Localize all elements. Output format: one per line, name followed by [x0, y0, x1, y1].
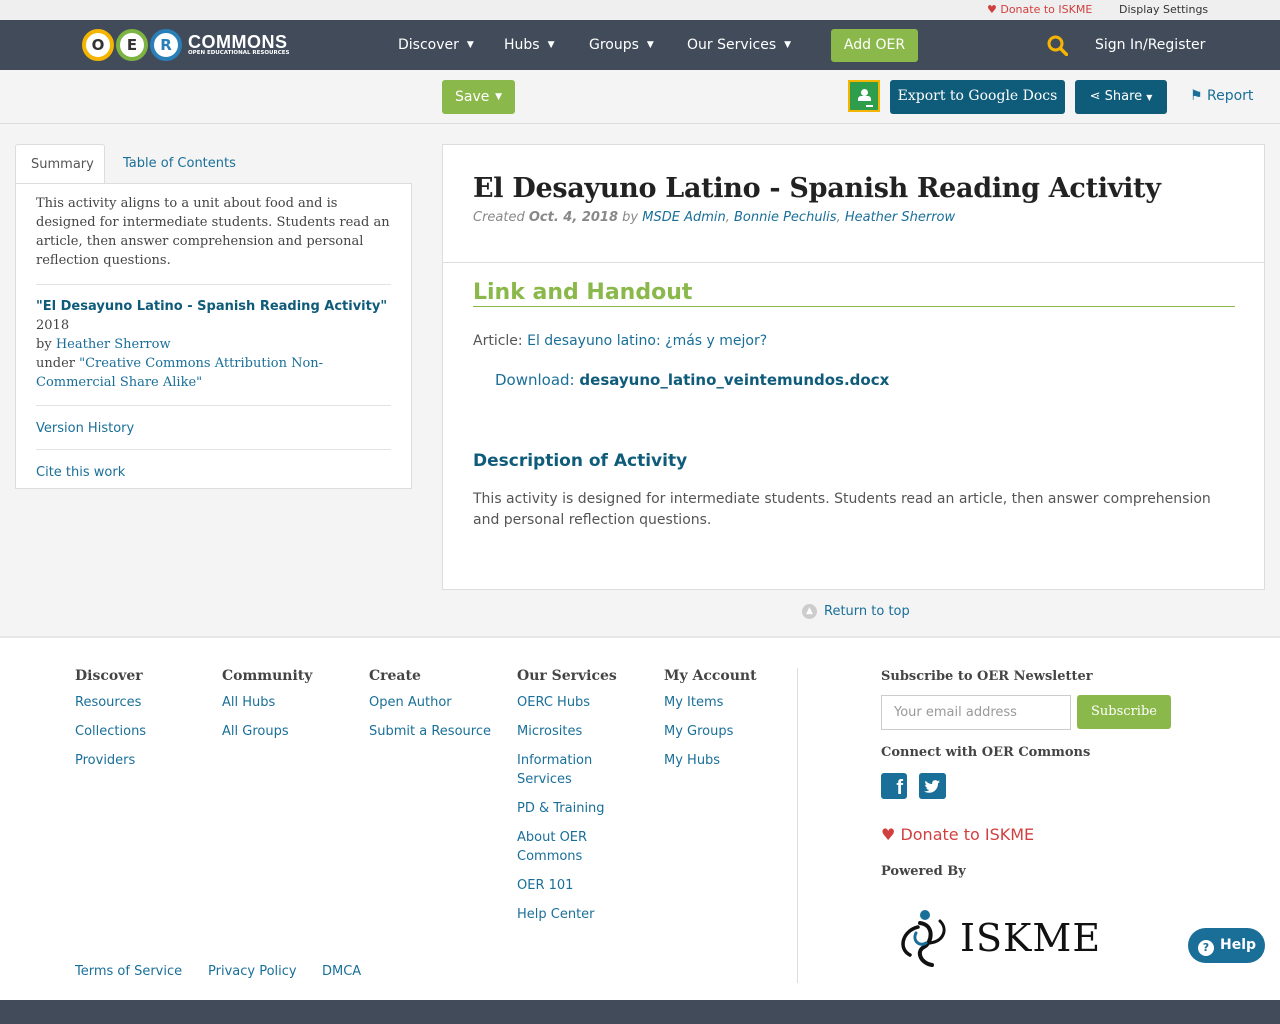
- version-history-link[interactable]: Version History: [36, 421, 134, 436]
- download-line: Download: desayuno_latino_veintemundos.d…: [495, 371, 890, 389]
- footer-link[interactable]: My Items: [664, 693, 757, 712]
- author-link[interactable]: MSDE Admin: [642, 210, 725, 225]
- footer-community: Community All Hubs All Groups: [222, 668, 313, 741]
- footer-link[interactable]: Open Author: [369, 693, 491, 712]
- logo-word: COMMONS: [188, 32, 288, 53]
- attribution: "El Desayuno Latino - Spanish Reading Ac…: [36, 285, 391, 406]
- footer-link[interactable]: OERC Hubs: [517, 693, 617, 712]
- created-meta: Created Oct. 4, 2018 by MSDE Admin, Bonn…: [473, 210, 956, 225]
- page-title: El Desayuno Latino - Spanish Reading Act…: [473, 173, 1161, 204]
- footer-services: Our Services OERC Hubs Microsites Inform…: [517, 668, 617, 924]
- iskme-logo[interactable]: ISKME: [890, 903, 1100, 973]
- save-button[interactable]: Save ▼: [442, 80, 515, 114]
- newsletter-heading: Subscribe to OER Newsletter: [881, 669, 1093, 684]
- footer-link[interactable]: Information Services: [517, 751, 617, 789]
- logo-letter-e: E: [116, 29, 148, 61]
- footer-link[interactable]: Submit a Resource: [369, 722, 491, 741]
- footer-link[interactable]: Help Center: [517, 905, 617, 924]
- chevron-down-icon: ▼: [495, 92, 502, 102]
- license-link[interactable]: "Creative Commons Attribution Non-Commer…: [36, 356, 323, 390]
- footer-account: My Account My Items My Groups My Hubs: [664, 668, 757, 770]
- question-icon: ?: [1198, 940, 1214, 956]
- resource-content: El Desayuno Latino - Spanish Reading Act…: [442, 144, 1265, 590]
- footer-link[interactable]: Resources: [75, 693, 146, 712]
- flag-icon: ⚑: [1190, 88, 1203, 104]
- display-settings-link[interactable]: Display Settings: [1119, 3, 1208, 16]
- nav-discover[interactable]: Discover ▼: [398, 37, 474, 53]
- chevron-down-icon: ▼: [784, 40, 792, 50]
- footer-link[interactable]: About OER Commons: [517, 828, 617, 866]
- nav-groups[interactable]: Groups ▼: [589, 37, 654, 53]
- subscribe-button[interactable]: Subscribe: [1077, 695, 1171, 729]
- twitter-icon[interactable]: [919, 773, 946, 799]
- facebook-icon[interactable]: f: [881, 773, 907, 799]
- footer-link[interactable]: Microsites: [517, 722, 617, 741]
- footer-discover: Discover Resources Collections Providers: [75, 668, 147, 770]
- nav-hubs[interactable]: Hubs ▼: [504, 37, 555, 53]
- summary-description: This activity aligns to a unit about foo…: [36, 194, 391, 285]
- heart-icon: ♥: [881, 825, 896, 844]
- powered-by-label: Powered By: [881, 864, 966, 879]
- footer-link[interactable]: Collections: [75, 722, 146, 741]
- export-google-docs-button[interactable]: Export to Google Docs: [890, 80, 1065, 114]
- footer-link[interactable]: All Hubs: [222, 693, 312, 712]
- google-classroom-icon[interactable]: [848, 80, 880, 112]
- article-link[interactable]: El desayuno latino: ¿más y mejor?: [527, 333, 767, 349]
- logo-letter-r: R: [150, 29, 182, 61]
- report-link[interactable]: ⚑ Report: [1190, 88, 1253, 104]
- dmca-link[interactable]: DMCA: [322, 964, 361, 979]
- iskme-swirl-icon: [901, 910, 946, 967]
- utility-bar: ♥ Donate to ISKME Display Settings: [0, 0, 1280, 20]
- footer-donate-link[interactable]: ♥ Donate to ISKME: [881, 825, 1034, 844]
- main-navbar: O E R COMMONS OPEN EDUCATIONAL RESOURCES…: [0, 20, 1280, 70]
- share-icon: ⋖: [1089, 89, 1101, 104]
- logo-letter-o: O: [82, 29, 114, 61]
- chevron-down-icon: ▼: [1146, 93, 1153, 102]
- footer-link[interactable]: My Hubs: [664, 751, 757, 770]
- donate-link[interactable]: ♥ Donate to ISKME: [987, 3, 1092, 16]
- attribution-title-link[interactable]: "El Desayuno Latino - Spanish Reading Ac…: [36, 299, 387, 314]
- attribution-author-link[interactable]: Heather Sherrow: [56, 337, 171, 352]
- chevron-down-icon: ▼: [646, 40, 654, 50]
- footer-link[interactable]: My Groups: [664, 722, 757, 741]
- footer-link[interactable]: OER 101: [517, 876, 617, 895]
- site-footer: Discover Resources Collections Providers…: [0, 636, 1280, 1000]
- author-link[interactable]: Bonnie Pechulis: [734, 210, 837, 225]
- footer-link[interactable]: All Groups: [222, 722, 312, 741]
- tab-table-of-contents[interactable]: Table of Contents: [108, 144, 251, 184]
- help-button[interactable]: ? Help: [1188, 928, 1265, 963]
- chevron-up-icon: ▲: [802, 604, 817, 619]
- resource-toolbar: Save ▼ Export to Google Docs ⋖ Share ▼ ⚑ …: [0, 70, 1280, 124]
- share-button[interactable]: ⋖ Share ▼: [1075, 80, 1167, 114]
- sidebar-tabs: Summary Table of Contents: [15, 144, 412, 184]
- chevron-down-icon: ▼: [466, 40, 474, 50]
- footer-divider: [797, 668, 798, 983]
- summary-panel: This activity aligns to a unit about foo…: [15, 183, 412, 489]
- privacy-link[interactable]: Privacy Policy: [208, 964, 297, 979]
- sign-in-register-link[interactable]: Sign In/Register: [1095, 37, 1205, 53]
- search-icon[interactable]: [1047, 35, 1068, 56]
- section-heading-description: Description of Activity: [473, 451, 688, 471]
- footer-link[interactable]: PD & Training: [517, 799, 617, 818]
- nav-our-services[interactable]: Our Services ▼: [687, 37, 791, 53]
- logo-tagline: OPEN EDUCATIONAL RESOURCES: [188, 50, 290, 57]
- terms-link[interactable]: Terms of Service: [75, 964, 182, 979]
- cite-work-link[interactable]: Cite this work: [36, 465, 125, 480]
- connect-heading: Connect with OER Commons: [881, 745, 1091, 760]
- footer-create: Create Open Author Submit a Resource: [369, 668, 491, 741]
- bottom-bar: [0, 1000, 1280, 1024]
- author-link[interactable]: Heather Sherrow: [845, 210, 955, 225]
- add-oer-button[interactable]: Add OER: [831, 29, 918, 62]
- activity-description: This activity is designed for intermedia…: [473, 491, 1211, 528]
- email-field[interactable]: Your email address: [881, 695, 1071, 730]
- return-to-top-link[interactable]: ▲ Return to top: [802, 604, 910, 619]
- download-file-link[interactable]: desayuno_latino_veintemundos.docx: [579, 371, 889, 389]
- footer-link[interactable]: Providers: [75, 751, 146, 770]
- article-line: Article: El desayuno latino: ¿más y mejo…: [473, 333, 768, 349]
- tab-summary[interactable]: Summary: [15, 144, 105, 184]
- chevron-down-icon: ▼: [547, 40, 555, 50]
- oer-commons-logo[interactable]: O E R COMMONS OPEN EDUCATIONAL RESOURCES: [82, 25, 289, 65]
- section-heading-link-handout: Link and Handout: [473, 280, 1235, 307]
